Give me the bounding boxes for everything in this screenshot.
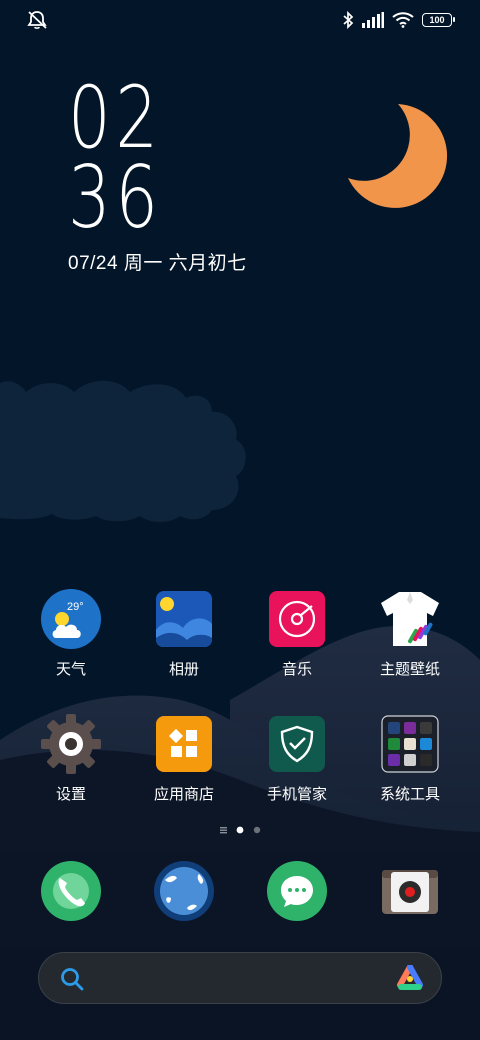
battery-level: 100: [429, 15, 445, 25]
clock-widget[interactable]: 02 36: [68, 68, 168, 248]
mute-notification-icon: [27, 11, 47, 29]
bluetooth-icon: [343, 11, 354, 29]
date-label: 07/24 周一 六月初七: [68, 253, 247, 274]
app-phone-manager[interactable]: 手机管家: [242, 713, 352, 804]
clock-hours: 02: [68, 68, 163, 168]
app-label: 音乐: [281, 661, 312, 678]
page-indicator[interactable]: [0, 824, 480, 836]
crescent-moon-graphic: [348, 104, 448, 208]
menu-lines-icon: [220, 827, 227, 834]
battery-indicator: 100: [422, 13, 455, 27]
app-themes[interactable]: 主题壁纸: [355, 588, 465, 679]
app-store-icon: [156, 716, 212, 772]
music-icon: [269, 591, 325, 647]
browser-icon: [154, 861, 214, 921]
gallery-icon: [156, 591, 212, 647]
app-label: 天气: [55, 661, 86, 678]
page-dot[interactable]: [253, 826, 261, 834]
app-label: 应用商店: [153, 786, 214, 803]
search-bar[interactable]: [38, 952, 442, 1004]
phone-icon: [41, 861, 101, 921]
app-system-tools-folder[interactable]: 系统工具: [355, 713, 465, 804]
clock-minutes: 36: [68, 148, 163, 248]
system-tools-folder-icon: [381, 715, 439, 773]
dock-phone[interactable]: [16, 860, 126, 922]
themes-icon: [381, 592, 439, 646]
app-weather[interactable]: 29° 天气: [16, 588, 126, 679]
app-gallery[interactable]: 相册: [129, 588, 239, 679]
settings-icon: [41, 714, 101, 774]
status-bar: 100: [0, 0, 480, 40]
page-dot-active[interactable]: [236, 826, 244, 834]
weather-temperature: 29°: [67, 601, 84, 613]
search-icon[interactable]: [59, 966, 85, 992]
app-label: 设置: [55, 786, 86, 803]
dock-camera[interactable]: [355, 860, 465, 922]
wifi-icon: [392, 12, 414, 28]
weather-icon: 29°: [41, 589, 101, 649]
app-settings[interactable]: 设置: [16, 713, 126, 804]
messages-icon: [267, 861, 327, 921]
assistant-icon[interactable]: [395, 965, 425, 993]
app-app-store[interactable]: 应用商店: [129, 713, 239, 804]
app-label: 系统工具: [379, 786, 440, 803]
dock-messages[interactable]: [242, 860, 352, 922]
signal-icon: [362, 12, 384, 28]
app-label: 主题壁纸: [379, 661, 440, 678]
app-label: 手机管家: [266, 786, 327, 803]
dock-browser[interactable]: [129, 860, 239, 922]
app-label: 相册: [168, 661, 199, 678]
phone-manager-icon: [269, 716, 325, 772]
app-music[interactable]: 音乐: [242, 588, 352, 679]
camera-icon: [382, 870, 438, 914]
